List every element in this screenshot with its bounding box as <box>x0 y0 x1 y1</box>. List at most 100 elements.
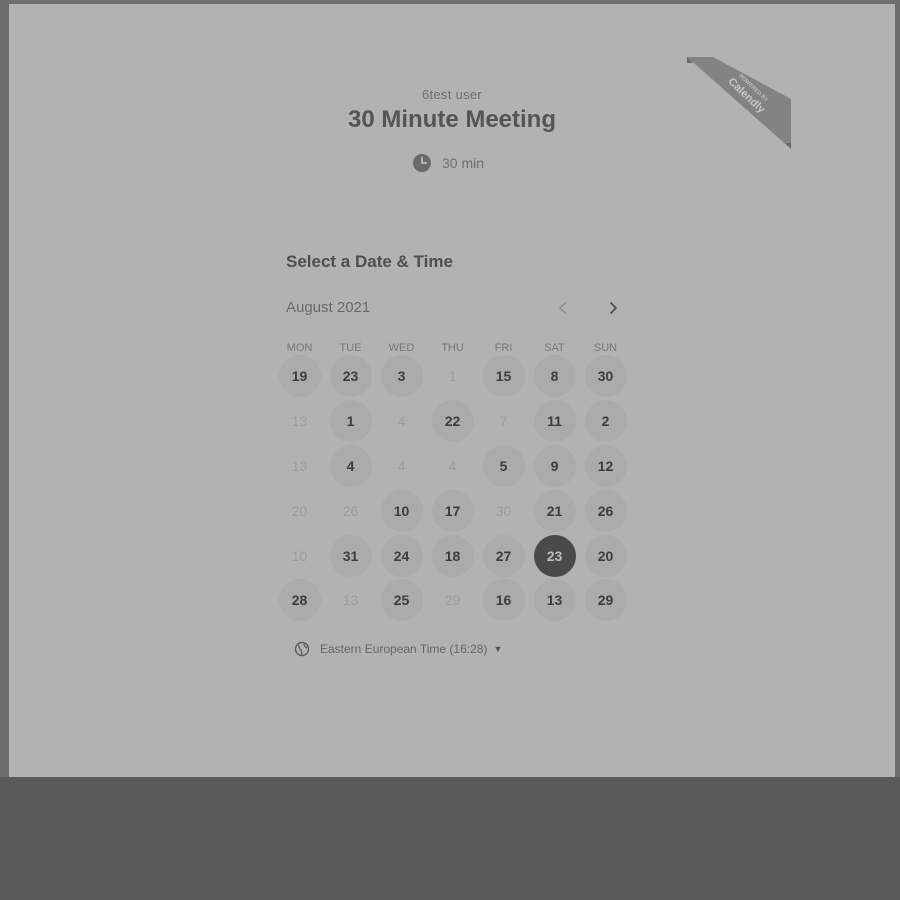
day-cell: 24 <box>376 533 427 578</box>
day-cell: 13 <box>325 578 376 623</box>
day-cell: 13 <box>529 578 580 623</box>
day-cell: 13 <box>274 444 325 489</box>
day-disabled: 13 <box>342 592 359 609</box>
event-duration: 30 min <box>412 153 484 173</box>
day-button[interactable]: 2 <box>584 400 627 443</box>
chevron-right-icon <box>610 302 618 314</box>
host-name: 6test user <box>421 87 483 102</box>
day-button[interactable]: 17 <box>431 489 474 532</box>
day-cell: 8 <box>529 354 580 399</box>
caret-down-icon: ▼ <box>493 644 503 654</box>
day-cell: 5 <box>478 444 529 489</box>
day-button[interactable]: 10 <box>380 489 423 532</box>
day-disabled: 4 <box>397 413 406 430</box>
selected-day-button[interactable]: 23 <box>533 534 576 577</box>
left-edge <box>0 0 9 777</box>
day-button[interactable]: 20 <box>584 534 627 577</box>
day-button[interactable]: 26 <box>584 489 627 532</box>
clock-icon <box>413 154 431 172</box>
day-button[interactable]: 3 <box>380 355 423 398</box>
day-cell: 2 <box>580 399 631 444</box>
day-button[interactable]: 5 <box>482 444 525 487</box>
booking-card: POWERED BY Calendly 6test user 30 Minute… <box>9 4 895 777</box>
day-button[interactable]: 30 <box>584 355 627 398</box>
day-cell: 20 <box>274 488 325 533</box>
weekday-label: SAT <box>544 342 565 354</box>
day-button[interactable]: 24 <box>380 534 423 577</box>
day-cell: 4 <box>427 444 478 489</box>
day-button[interactable]: 28 <box>278 579 321 622</box>
day-cell: 26 <box>325 488 376 533</box>
chevron-left-icon <box>558 302 566 314</box>
day-disabled: 13 <box>291 457 308 474</box>
day-button[interactable]: 15 <box>482 355 525 398</box>
day-button[interactable]: 25 <box>380 579 423 622</box>
day-cell: 28 <box>274 578 325 623</box>
day-cell: 25 <box>376 578 427 623</box>
day-button[interactable]: 11 <box>533 400 576 443</box>
day-disabled: 1 <box>448 368 457 385</box>
next-month-button[interactable] <box>602 297 624 319</box>
weekday-header: MON TUE WED THU FRI SAT SUN <box>274 342 631 354</box>
day-cell: 30 <box>580 354 631 399</box>
day-cell: 23 <box>529 533 580 578</box>
day-disabled: 20 <box>291 502 308 519</box>
day-button[interactable]: 22 <box>431 400 474 443</box>
calendar-grid: 19 23 3 1 15 8 30 13 1 4 22 7 11 2 13 4 4 4 5 9 12 20 26 10 17 30… <box>274 354 631 623</box>
day-cell: 29 <box>580 578 631 623</box>
day-disabled: 4 <box>448 457 457 474</box>
powered-by-ribbon: POWERED BY Calendly <box>687 57 791 149</box>
day-disabled: 26 <box>342 502 359 519</box>
day-disabled: 29 <box>444 592 461 609</box>
day-button[interactable]: 19 <box>278 355 321 398</box>
day-cell: 11 <box>529 399 580 444</box>
day-button[interactable]: 1 <box>329 400 372 443</box>
weekday-label: WED <box>388 342 415 354</box>
day-cell: 16 <box>478 578 529 623</box>
day-button[interactable]: 16 <box>482 579 525 622</box>
day-button[interactable]: 18 <box>431 534 474 577</box>
day-cell: 30 <box>478 488 529 533</box>
month-label: August 2021 <box>286 299 371 316</box>
day-button[interactable]: 13 <box>533 579 576 622</box>
day-disabled: 4 <box>397 457 406 474</box>
day-cell: 22 <box>427 399 478 444</box>
powered-by-badge[interactable]: POWERED BY Calendly <box>687 57 791 149</box>
day-cell: 29 <box>427 578 478 623</box>
day-cell: 10 <box>274 533 325 578</box>
day-disabled: 30 <box>495 502 512 519</box>
day-cell: 20 <box>580 533 631 578</box>
section-title: Select a Date & Time <box>286 252 453 271</box>
weekday-label: FRI <box>494 342 513 354</box>
day-disabled: 10 <box>291 547 308 564</box>
day-button[interactable]: 27 <box>482 534 525 577</box>
day-button[interactable]: 23 <box>329 355 372 398</box>
day-cell: 15 <box>478 354 529 399</box>
day-cell: 13 <box>274 399 325 444</box>
day-cell: 21 <box>529 488 580 533</box>
duration-label: 30 min <box>442 155 485 171</box>
day-button[interactable]: 29 <box>584 579 627 622</box>
timezone-label: Eastern European Time (16:28) <box>320 642 488 656</box>
day-cell: 9 <box>529 444 580 489</box>
previous-month-button[interactable] <box>552 297 574 319</box>
day-button[interactable]: 8 <box>533 355 576 398</box>
day-button[interactable]: 9 <box>533 444 576 487</box>
day-button[interactable]: 31 <box>329 534 372 577</box>
day-cell: 18 <box>427 533 478 578</box>
timezone-selector[interactable]: Eastern European Time (16:28) ▼ <box>294 641 502 657</box>
day-cell: 4 <box>325 444 376 489</box>
event-title: 30 Minute Meeting <box>347 106 557 133</box>
day-button[interactable]: 21 <box>533 489 576 532</box>
day-button[interactable]: 12 <box>584 444 627 487</box>
weekday-label: SUN <box>593 342 618 354</box>
weekday-label: TUE <box>339 342 362 354</box>
day-cell: 4 <box>376 399 427 444</box>
day-disabled: 7 <box>499 413 508 430</box>
day-cell: 12 <box>580 444 631 489</box>
day-cell: 10 <box>376 488 427 533</box>
day-button[interactable]: 4 <box>329 444 372 487</box>
day-disabled: 13 <box>291 413 308 430</box>
day-cell: 19 <box>274 354 325 399</box>
day-cell: 3 <box>376 354 427 399</box>
